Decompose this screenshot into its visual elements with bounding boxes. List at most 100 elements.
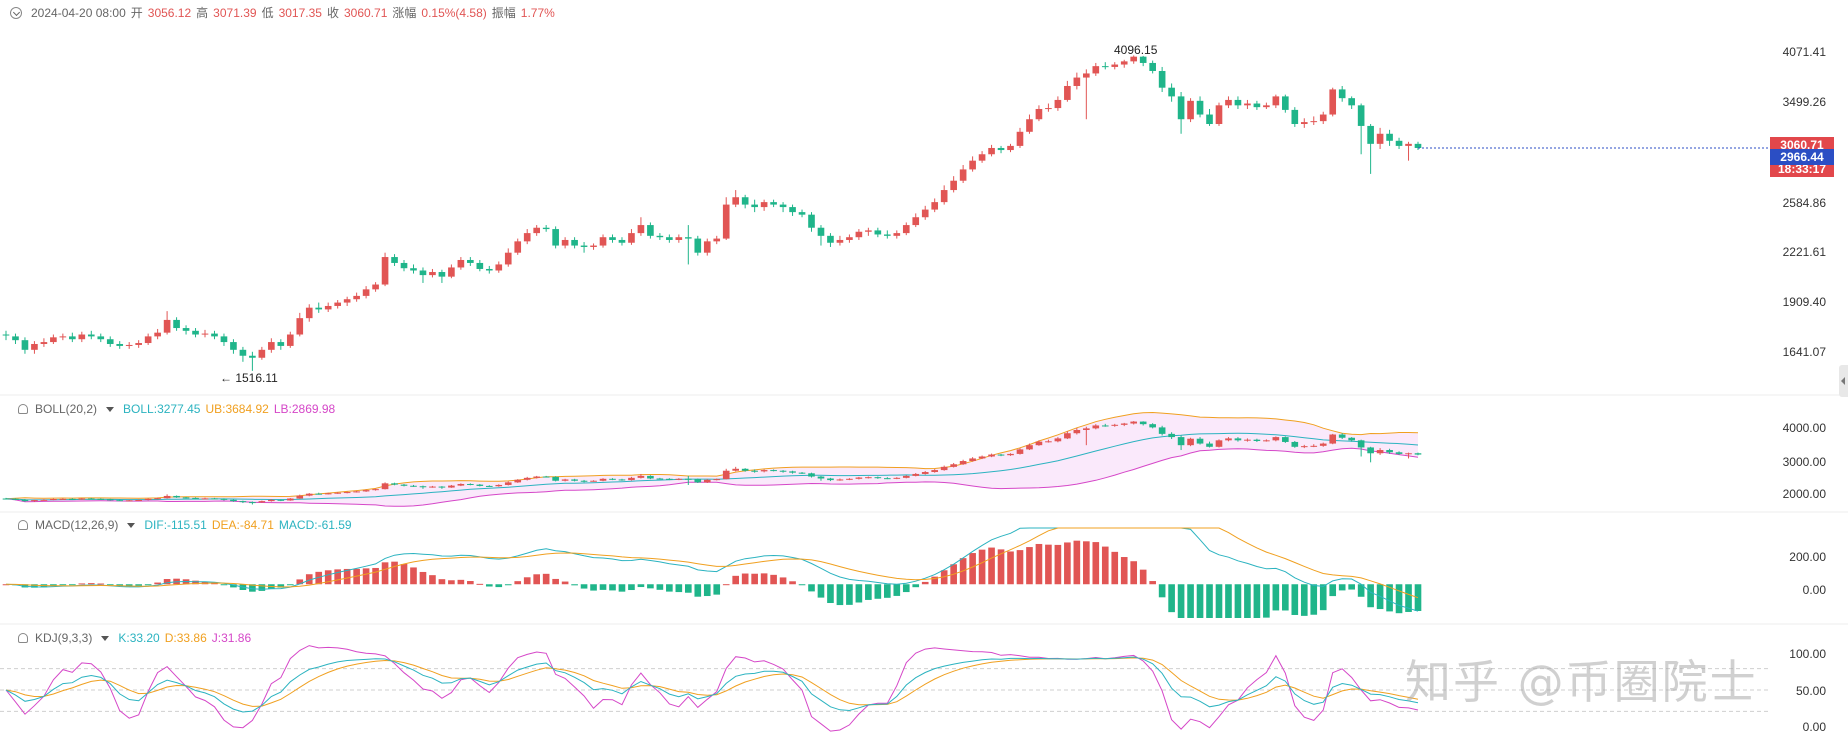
candle-body — [1405, 143, 1412, 146]
candle-body — [21, 340, 29, 350]
candle-body — [230, 342, 237, 350]
macd-histogram-bar — [732, 575, 740, 585]
macd-histogram-bar — [921, 581, 929, 585]
boll-candle-body — [656, 478, 664, 480]
boll-candle-body — [959, 461, 967, 465]
boll-candle-body — [1405, 453, 1412, 455]
macd-histogram-bar — [485, 584, 493, 587]
macd-histogram-bar — [817, 584, 825, 598]
candle-body — [324, 305, 332, 310]
macd-histogram-bar — [1225, 584, 1232, 618]
boll-candle-body — [609, 478, 616, 480]
boll-candle-body — [12, 498, 19, 500]
macd-histogram-bar — [1329, 584, 1337, 597]
macd-histogram-bar — [467, 581, 474, 585]
candle-body — [1083, 73, 1090, 78]
candle-body — [609, 237, 616, 240]
macd-histogram-bar — [637, 584, 645, 588]
candle-body — [249, 355, 256, 358]
boll-candle-body — [334, 492, 341, 494]
boll-candle-body — [144, 498, 152, 500]
candle-body — [684, 237, 692, 239]
boll-candle-body — [969, 458, 976, 462]
macd-histogram-bar — [476, 583, 484, 585]
candle-body — [173, 319, 180, 329]
candle-body — [69, 336, 76, 340]
candle-body — [50, 337, 57, 343]
candle-body — [78, 334, 86, 340]
boll-candle-body — [902, 475, 910, 478]
macd-histogram-bar — [618, 584, 626, 592]
candle-body — [666, 237, 673, 240]
macd-histogram-bar — [609, 584, 616, 591]
macd-histogram-bar — [580, 584, 588, 589]
candle-body — [912, 217, 920, 226]
boll-candle-body — [87, 498, 95, 500]
candle-body — [893, 233, 901, 236]
boll-candle-body — [343, 492, 351, 494]
macd-histogram-bar — [78, 583, 86, 585]
candle-body — [296, 318, 304, 335]
macd-histogram-bar — [1215, 584, 1223, 618]
boll-candle-body — [1310, 445, 1318, 447]
macd-histogram-bar — [902, 584, 910, 593]
boll-candle-body — [808, 473, 815, 477]
boll-candle-body — [296, 495, 304, 499]
macd-histogram-bar — [1035, 543, 1043, 585]
boll-candle-body — [353, 491, 360, 493]
candle-body — [343, 299, 351, 303]
candle-body — [1367, 125, 1374, 144]
candle-body — [429, 272, 436, 276]
candle-body — [808, 214, 815, 228]
candle-body — [789, 207, 796, 213]
candle-body — [959, 169, 967, 181]
boll-candle-body — [1158, 427, 1166, 434]
boll-candle-body — [618, 479, 626, 481]
boll-candle-body — [978, 456, 986, 459]
macd-histogram-bar — [1206, 584, 1213, 618]
boll-candle-body — [1101, 425, 1109, 427]
boll-candle-body — [675, 478, 683, 480]
boll-candle-body — [1064, 433, 1071, 439]
boll-candle-body — [817, 476, 825, 479]
boll-candle-body — [201, 498, 209, 500]
candle-body — [1357, 105, 1365, 126]
boll-candle-body — [69, 498, 76, 500]
candle-body — [637, 225, 645, 234]
candle-body — [722, 204, 730, 239]
candle-body — [2, 334, 10, 336]
boll-candle-body — [476, 484, 484, 486]
boll-candle-body — [268, 499, 275, 502]
candle-body — [1386, 133, 1393, 141]
candle-body — [1310, 121, 1318, 123]
candle-body — [931, 202, 939, 210]
macd-histogram-bar — [391, 561, 398, 585]
price-tick: 1909.40 — [1782, 295, 1826, 309]
boll-candle-body — [249, 502, 256, 504]
boll-candle-body — [324, 493, 332, 495]
macd-histogram-bar — [741, 573, 749, 585]
candle-body — [779, 204, 787, 208]
macd-histogram-bar — [381, 562, 389, 585]
boll-candle-body — [865, 477, 872, 479]
candle-body — [353, 295, 360, 300]
macd-histogram-bar — [874, 584, 882, 599]
candle-body — [1073, 77, 1081, 86]
candle-body — [590, 245, 597, 247]
boll-candle-body — [286, 498, 294, 501]
candle-body — [694, 238, 702, 253]
macd-histogram-bar — [1291, 584, 1299, 615]
macd-histogram-bar — [722, 584, 730, 586]
macd-histogram-bar — [1101, 546, 1109, 585]
macd-histogram-bar — [419, 571, 427, 585]
boll-candle-body — [647, 475, 654, 479]
boll-candle-body — [1348, 437, 1355, 441]
candle-body — [457, 259, 465, 268]
boll-candle-body — [381, 483, 389, 490]
macd-histogram-bar — [969, 553, 976, 585]
boll-candle-body — [1215, 440, 1223, 447]
candle-body — [580, 245, 588, 247]
boll-candle-body — [1338, 434, 1346, 438]
side-panel-toggle[interactable] — [1839, 365, 1848, 397]
boll-candle-body — [315, 493, 323, 495]
